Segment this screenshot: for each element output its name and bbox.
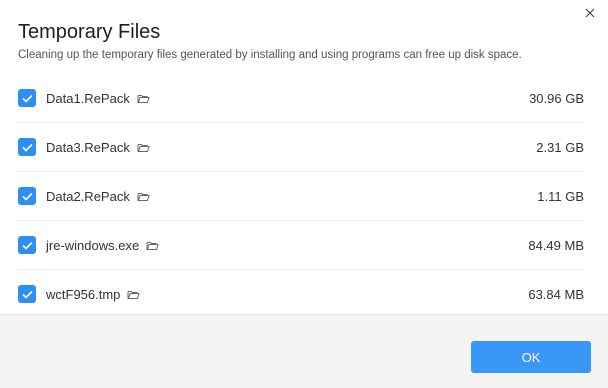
checkmark-icon	[21, 143, 33, 152]
open-folder-icon[interactable]	[146, 240, 159, 251]
file-checkbox[interactable]	[18, 236, 36, 254]
close-icon[interactable]	[582, 5, 598, 21]
open-folder-icon[interactable]	[137, 93, 150, 104]
temporary-files-dialog: Temporary Files Cleaning up the temporar…	[0, 0, 608, 388]
dialog-subtitle: Cleaning up the temporary files generate…	[18, 49, 522, 61]
file-list: Data1.RePack 30.96 GB Data3.RePack 2.31 …	[18, 74, 584, 319]
file-size: 84.49 MB	[528, 237, 584, 253]
file-checkbox[interactable]	[18, 285, 36, 303]
file-name: jre-windows.exe	[46, 237, 140, 253]
dialog-title: Temporary Files	[18, 21, 161, 43]
open-folder-icon[interactable]	[137, 191, 150, 202]
dialog-footer: OK	[0, 314, 608, 388]
file-size: 1.11 GB	[537, 188, 584, 204]
file-name: Data2.RePack	[46, 188, 130, 204]
checkmark-icon	[21, 241, 33, 250]
file-row: Data1.RePack 30.96 GB	[18, 74, 584, 123]
file-row: jre-windows.exe 84.49 MB	[18, 221, 584, 270]
checkmark-icon	[21, 94, 33, 103]
open-folder-icon[interactable]	[137, 142, 150, 153]
file-checkbox[interactable]	[18, 89, 36, 107]
file-name: Data1.RePack	[46, 90, 130, 106]
checkmark-icon	[21, 192, 33, 201]
file-row: Data2.RePack 1.11 GB	[18, 172, 584, 221]
file-checkbox[interactable]	[18, 187, 36, 205]
file-name: Data3.RePack	[46, 139, 130, 155]
ok-button[interactable]: OK	[471, 341, 591, 373]
file-size: 30.96 GB	[529, 90, 584, 106]
file-checkbox[interactable]	[18, 138, 36, 156]
file-size: 63.84 MB	[528, 286, 584, 302]
file-name: wctF956.tmp	[46, 286, 121, 302]
open-folder-icon[interactable]	[127, 289, 141, 300]
checkmark-icon	[21, 290, 33, 299]
file-row: Data3.RePack 2.31 GB	[18, 123, 584, 172]
file-row: wctF956.tmp 63.84 MB	[18, 270, 584, 319]
file-size: 2.31 GB	[536, 139, 584, 155]
